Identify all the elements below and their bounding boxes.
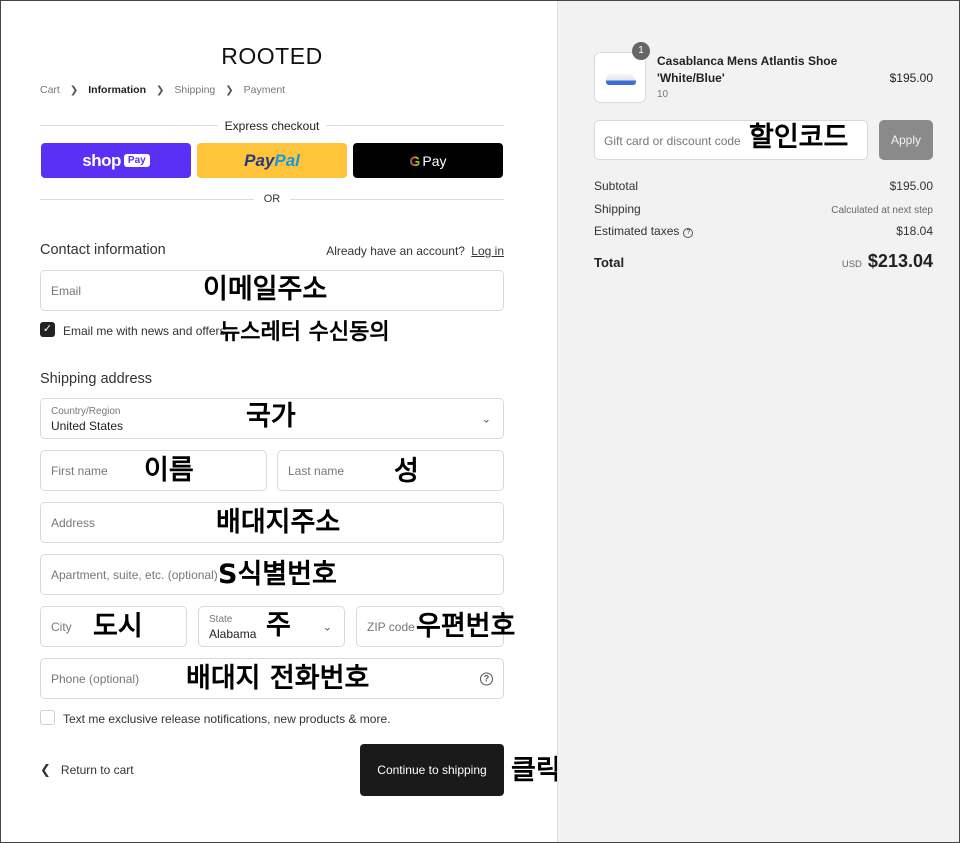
window-border — [0, 0, 960, 843]
